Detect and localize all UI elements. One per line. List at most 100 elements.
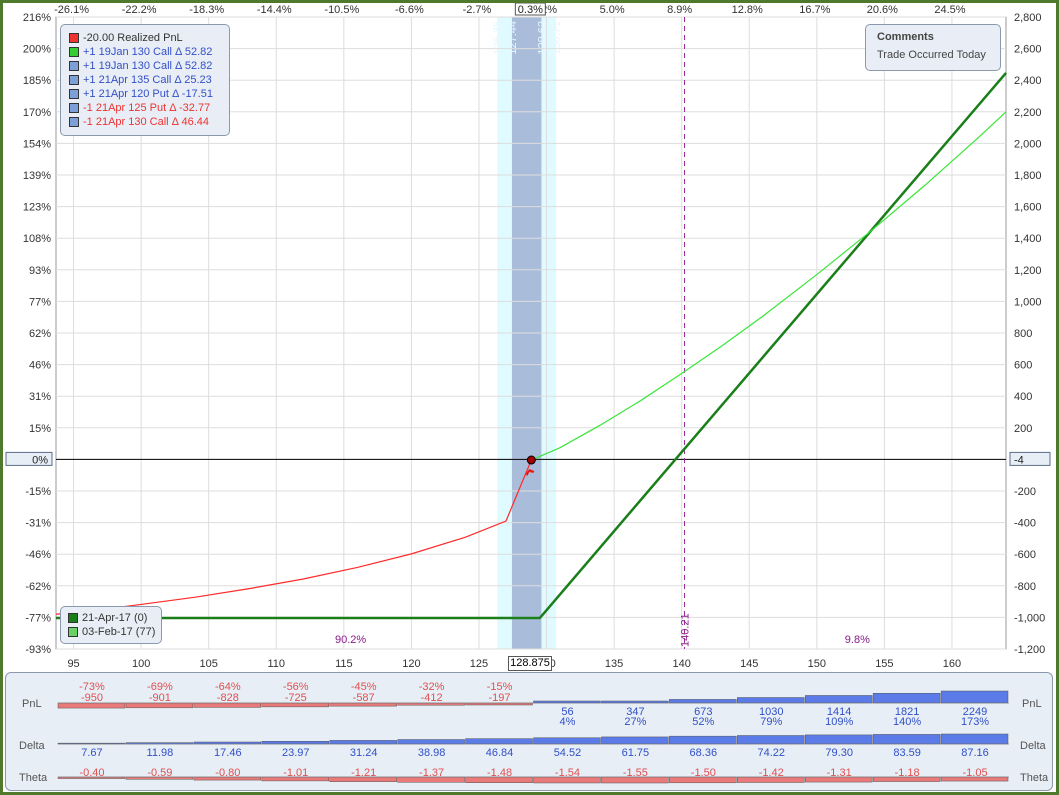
legend-position-label: -20.00 Realized PnL bbox=[83, 32, 183, 44]
delta-value-label: 61.75 bbox=[622, 747, 650, 759]
y-left-tick-label: 46% bbox=[29, 360, 51, 372]
y-left-tick-label: -93% bbox=[25, 644, 51, 656]
y-left-tick-label: 200% bbox=[23, 44, 51, 56]
x-top-pct-label: 16.7% bbox=[799, 4, 830, 16]
legend-position-row[interactable]: -20.00 Realized PnL bbox=[61, 31, 229, 45]
x-top-pct-label: -6.6% bbox=[395, 4, 424, 16]
y-right-tick-label: 1,600 bbox=[1014, 202, 1042, 214]
y-left-tick-label: 123% bbox=[23, 202, 51, 214]
delta-value-label: 54.52 bbox=[554, 747, 582, 759]
y-left-tick-label: 185% bbox=[23, 75, 51, 87]
legend-swatch[interactable] bbox=[69, 61, 79, 71]
legend-position-row[interactable]: -1 21Apr 125 Put Δ -32.77 bbox=[61, 101, 229, 115]
delta-value-label: 74.22 bbox=[757, 747, 785, 759]
x-top-pct-label: 5.0% bbox=[600, 4, 625, 16]
y-left-tick-label: 139% bbox=[23, 170, 51, 182]
x-top-pct-label: -2.7% bbox=[463, 4, 492, 16]
x-top-pct-label: -18.3% bbox=[189, 4, 224, 16]
legend-date-label: 21-Apr-17 (0) bbox=[82, 612, 148, 624]
pnl-value-label: -412 bbox=[421, 692, 443, 704]
y-left-tick-label: 154% bbox=[23, 138, 51, 150]
y-left-tick-label: -31% bbox=[25, 518, 51, 530]
y-right-tick-label: 1,800 bbox=[1014, 170, 1042, 182]
y-left-tick-label: 15% bbox=[29, 423, 51, 435]
pnl-value-label: -587 bbox=[353, 692, 375, 704]
y-left-tick-label: 108% bbox=[23, 233, 51, 245]
positions-legend: -20.00 Realized PnL +1 19Jan 130 Call Δ 5… bbox=[60, 24, 230, 136]
y-right-tick-label: 2,000 bbox=[1014, 138, 1042, 150]
delta-bar bbox=[261, 740, 329, 745]
theta-label-right: Theta bbox=[1020, 772, 1049, 784]
probability-label: 9.8% bbox=[845, 634, 870, 646]
y-left-tick-label: -62% bbox=[25, 581, 51, 593]
delta-bar bbox=[193, 741, 262, 745]
delta-bar bbox=[737, 735, 805, 745]
band-label: 126.35 bbox=[492, 21, 504, 55]
pnl-bar bbox=[737, 697, 805, 704]
y-right-tick-label: 1,200 bbox=[1014, 265, 1042, 277]
y-right-tick-label: 200 bbox=[1014, 423, 1032, 435]
y-left-tick-label: 93% bbox=[29, 265, 51, 277]
x-tick-label: 145 bbox=[740, 658, 758, 670]
pnl-value-label: -950 bbox=[81, 692, 103, 704]
pnl-pct-label: 4% bbox=[560, 716, 576, 728]
pnl-bar bbox=[804, 695, 873, 704]
legend-swatch[interactable] bbox=[68, 613, 78, 623]
legend-date-row[interactable]: 21-Apr-17 (0) bbox=[61, 611, 161, 625]
legend-swatch[interactable] bbox=[69, 117, 79, 127]
delta-label-right: Delta bbox=[1020, 740, 1046, 752]
delta-value-label: 46.84 bbox=[486, 747, 514, 759]
y-right-tick-label: 2,200 bbox=[1014, 107, 1042, 119]
pnl-value-label: -828 bbox=[217, 692, 239, 704]
legend-position-label: -1 21Apr 130 Call Δ 46.44 bbox=[83, 116, 209, 128]
greeks-bars: -73%-950-69%-901-64%-828-56%-725-45%-587… bbox=[57, 681, 1009, 784]
pnl-pct-label: 79% bbox=[760, 716, 782, 728]
current-position-marker bbox=[526, 455, 536, 465]
x-tick-label: 125 bbox=[470, 658, 488, 670]
legend-swatch[interactable] bbox=[69, 103, 79, 113]
zero-pct-label: 0% bbox=[32, 454, 48, 466]
y-right-tick-label: -600 bbox=[1014, 549, 1036, 561]
comments-panel[interactable]: Comments Trade Occurred Today bbox=[865, 24, 1001, 71]
legend-position-row[interactable]: -1 21Apr 130 Call Δ 46.44 bbox=[61, 115, 229, 129]
pnl-value-label: -725 bbox=[285, 692, 307, 704]
legend-position-row[interactable]: +1 19Jan 130 Call Δ 52.82 bbox=[61, 45, 229, 59]
legend-position-row[interactable]: +1 21Apr 135 Call Δ 25.23 bbox=[61, 73, 229, 87]
pnl-value-label: -197 bbox=[489, 692, 511, 704]
y-left-tick-label: 62% bbox=[29, 328, 51, 340]
delta-value-label: 87.16 bbox=[961, 747, 989, 759]
delta-bar bbox=[465, 738, 533, 745]
x-top-pct-label: -26.1% bbox=[54, 4, 89, 16]
legend-swatch[interactable] bbox=[69, 47, 79, 57]
theta-label-left: Theta bbox=[19, 772, 48, 784]
x-top-pct-label: 12.8% bbox=[732, 4, 763, 16]
x-top-pct-label: -10.5% bbox=[324, 4, 359, 16]
x-tick-label: 95 bbox=[67, 658, 79, 670]
band-label: 130.71 bbox=[551, 21, 563, 55]
y-right-tick-label: 1,000 bbox=[1014, 296, 1042, 308]
legend-swatch[interactable] bbox=[69, 89, 79, 99]
y-right-tick-label: -400 bbox=[1014, 518, 1036, 530]
delta-bar bbox=[669, 735, 737, 745]
date-legend: 21-Apr-17 (0) 03-Feb-17 (77) bbox=[60, 606, 162, 644]
delta-bar bbox=[804, 734, 873, 745]
legend-date-row[interactable]: 03-Feb-17 (77) bbox=[61, 625, 161, 639]
pnl-pct-label: 173% bbox=[961, 716, 989, 728]
current-pct-label: 0.3% bbox=[518, 4, 543, 16]
legend-swatch[interactable] bbox=[68, 627, 78, 637]
legend-position-label: +1 19Jan 130 Call Δ 52.82 bbox=[83, 46, 213, 58]
legend-swatch[interactable] bbox=[69, 33, 79, 43]
legend-position-row[interactable]: +1 21Apr 120 Put Δ -17.51 bbox=[61, 87, 229, 101]
legend-swatch[interactable] bbox=[69, 75, 79, 85]
pnl-label-right: PnL bbox=[1022, 698, 1042, 710]
delta-value-label: 38.98 bbox=[418, 747, 446, 759]
pnl-pct-label: 27% bbox=[624, 716, 646, 728]
legend-position-row[interactable]: +1 19Jan 130 Call Δ 52.82 bbox=[61, 59, 229, 73]
band-label: 129.62 bbox=[536, 21, 548, 55]
x-top-pct-label: -22.2% bbox=[122, 4, 157, 16]
pnl-bar bbox=[669, 699, 737, 704]
comments-title: Comments bbox=[877, 31, 934, 43]
y-right-tick-label: -1,000 bbox=[1014, 612, 1045, 624]
greeks-panel: -73% -950 -69% -901 -64% -828 -56% -725 -45% -587… bbox=[5, 672, 1053, 791]
y-right-tick-label: 2,400 bbox=[1014, 75, 1042, 87]
